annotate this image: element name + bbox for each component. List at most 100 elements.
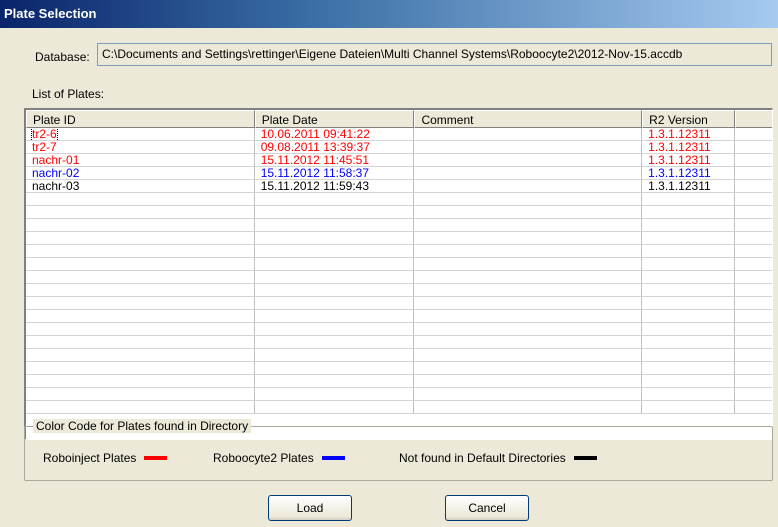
table-row[interactable] [26,193,772,206]
column-header-r2-version[interactable]: R2 Version [642,110,736,128]
cell-text: nachr-03 [32,180,80,193]
legend-label: Roboinject Plates [43,451,137,465]
table-cell [735,284,772,297]
column-header-empty [735,110,772,128]
table-cell: nachr-01 [26,154,255,167]
table-cell: 1.3.1.12311 [642,154,736,167]
table-row[interactable] [26,245,772,258]
table-cell [254,258,415,271]
plates-grid[interactable]: Plate ID Plate Date Comment R2 Version t… [24,108,773,440]
column-header-plate-date[interactable]: Plate Date [254,110,415,128]
table-cell [735,141,772,154]
table-cell [254,388,415,401]
table-cell [254,336,415,349]
table-cell [414,297,643,310]
table-cell [26,349,255,362]
table-cell [735,297,772,310]
table-cell [414,206,643,219]
table-row[interactable] [26,349,772,362]
table-cell [642,336,736,349]
table-cell [254,323,415,336]
table-cell [735,167,772,180]
table-cell [735,154,772,167]
table-cell [642,258,736,271]
table-cell [735,375,772,388]
table-cell [414,336,643,349]
table-row[interactable] [26,219,772,232]
table-cell [26,206,255,219]
table-cell [414,180,643,193]
legend-swatch-red [144,456,168,460]
table-cell: 10.06.2011 09:41:22 [254,128,415,141]
table-cell [735,323,772,336]
table-cell [735,336,772,349]
table-cell [254,297,415,310]
legend-roboocyte2: Roboocyte2 Plates [213,451,345,465]
dialog-body: Database: C:\Documents and Settings\rett… [0,28,778,527]
table-cell [414,375,643,388]
legend-swatch-black [573,456,597,460]
column-header-comment[interactable]: Comment [414,110,643,128]
legend-swatch-blue [321,456,345,460]
table-cell [642,206,736,219]
load-button[interactable]: Load [268,495,352,521]
table-cell [254,219,415,232]
table-row[interactable] [26,258,772,271]
table-row[interactable] [26,206,772,219]
table-cell [735,349,772,362]
table-row[interactable] [26,232,772,245]
cell-text: 09.08.2011 13:39:37 [260,141,370,154]
cell-text: 15.11.2012 11:45:51 [260,154,370,167]
table-row[interactable] [26,323,772,336]
table-row[interactable]: nachr-02 15.11.2012 11:58:37 1.3.1.12311 [26,167,772,180]
table-row[interactable] [26,310,772,323]
table-row[interactable] [26,284,772,297]
table-cell [254,271,415,284]
table-row[interactable] [26,271,772,284]
table-cell: tr2-7 [26,141,255,154]
table-row[interactable]: tr2-6 10.06.2011 09:41:22 1.3.1.12311 [26,128,772,141]
grid-header: Plate ID Plate Date Comment R2 Version [26,110,772,128]
table-cell [735,388,772,401]
table-cell [642,362,736,375]
table-row[interactable] [26,297,772,310]
table-cell [26,323,255,336]
legend-not-found: Not found in Default Directories [399,451,597,465]
table-row[interactable] [26,401,772,414]
table-cell: 1.3.1.12311 [642,167,736,180]
table-cell [414,141,643,154]
table-cell [26,284,255,297]
table-cell [254,232,415,245]
table-row[interactable]: tr2-7 09.08.2011 13:39:37 1.3.1.12311 [26,141,772,154]
table-cell [642,401,736,414]
table-cell [414,193,643,206]
plates-list-label: List of Plates: [32,87,105,101]
table-cell [642,323,736,336]
table-cell [26,219,255,232]
table-cell [642,297,736,310]
table-cell [735,362,772,375]
table-cell [254,245,415,258]
column-header-plate-id[interactable]: Plate ID [26,110,255,128]
database-path-field[interactable]: C:\Documents and Settings\rettinger\Eige… [97,43,772,66]
table-cell [26,245,255,258]
table-row[interactable]: nachr-03 15.11.2012 11:59:43 1.3.1.12311 [26,180,772,193]
table-cell: 15.11.2012 11:59:43 [254,180,415,193]
table-row[interactable]: nachr-01 15.11.2012 11:45:51 1.3.1.12311 [26,154,772,167]
table-cell [26,258,255,271]
legend-roboinject: Roboinject Plates [43,451,168,465]
cell-text: 1.3.1.12311 [648,128,711,141]
table-row[interactable] [26,336,772,349]
table-row[interactable] [26,388,772,401]
cell-text: 1.3.1.12311 [648,180,711,193]
table-cell [254,206,415,219]
title-bar[interactable]: Plate Selection [0,0,778,28]
cell-text: 1.3.1.12311 [648,154,711,167]
table-cell [642,375,736,388]
table-row[interactable] [26,362,772,375]
database-label: Database: [35,50,90,64]
table-cell [26,401,255,414]
cancel-button[interactable]: Cancel [445,495,529,521]
table-cell [414,271,643,284]
table-row[interactable] [26,375,772,388]
